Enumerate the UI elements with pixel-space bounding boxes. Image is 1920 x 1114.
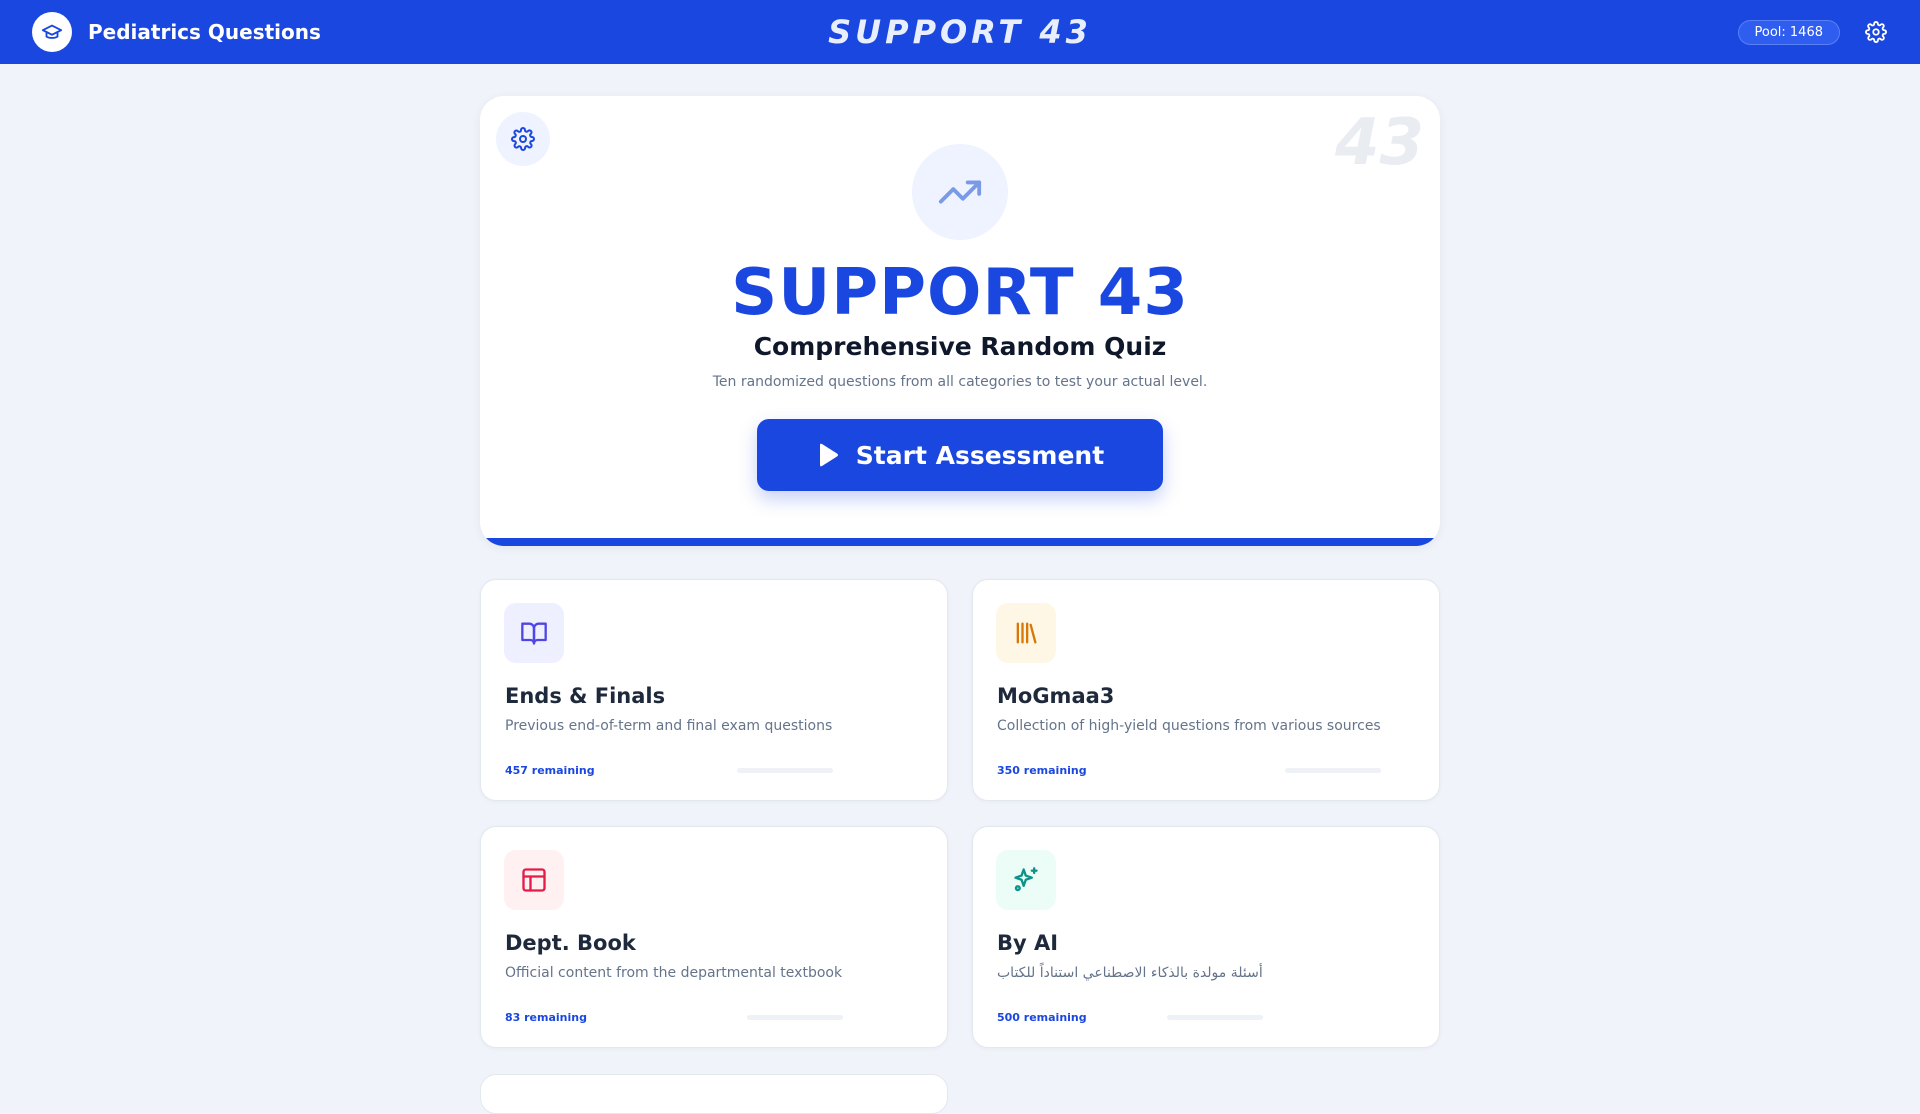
category-card-next-partial[interactable] <box>480 1074 948 1114</box>
category-card-mogmaa3[interactable]: MoGmaa3 Collection of high-yield questio… <box>972 579 1440 801</box>
category-name: By AI <box>997 931 1059 955</box>
brand[interactable]: Pediatrics Questions <box>32 12 321 52</box>
category-card-ends-finals[interactable]: Ends & Finals Previous end-of-term and f… <box>480 579 948 801</box>
trending-up-icon <box>912 144 1008 240</box>
top-bar: Pediatrics Questions SUPPORT 43 Pool: 14… <box>0 0 1920 64</box>
category-progress-bar <box>747 1015 843 1020</box>
library-icon <box>996 603 1056 663</box>
category-progress-bar <box>737 768 833 773</box>
category-remaining: 83 remaining <box>505 1011 587 1024</box>
hero-watermark: 43 <box>1334 106 1424 180</box>
app-title: Pediatrics Questions <box>88 20 321 44</box>
category-progress-bar <box>1167 1015 1263 1020</box>
start-assessment-label: Start Assessment <box>855 440 1105 470</box>
category-card-by-ai[interactable]: By AI أسئلة مولدة بالذكاء الاصطناعي استن… <box>972 826 1440 1048</box>
layout-icon <box>504 850 564 910</box>
category-card-dept-book[interactable]: Dept. Book Official content from the dep… <box>480 826 948 1048</box>
header-center-title: SUPPORT 43 <box>828 13 1092 51</box>
play-icon <box>819 443 838 467</box>
category-remaining: 500 remaining <box>997 1011 1087 1024</box>
category-progress-bar <box>1285 768 1381 773</box>
category-remaining: 350 remaining <box>997 764 1087 777</box>
hero-title: SUPPORT 43 <box>731 256 1189 330</box>
start-assessment-button[interactable]: Start Assessment <box>757 419 1163 491</box>
hero-settings-button[interactable] <box>496 112 550 166</box>
hero-accent-bar <box>480 538 1440 546</box>
category-description: Previous end-of-term and final exam ques… <box>505 718 833 734</box>
category-description: أسئلة مولدة بالذكاء الاصطناعي استناداً ل… <box>997 965 1263 981</box>
category-description: Official content from the departmental t… <box>505 965 843 981</box>
pool-badge: Pool: 1468 <box>1737 19 1840 45</box>
category-name: Dept. Book <box>505 931 636 955</box>
category-remaining: 457 remaining <box>505 764 595 777</box>
category-description: Collection of high-yield questions from … <box>997 718 1381 734</box>
category-name: MoGmaa3 <box>997 684 1115 708</box>
sparkles-icon <box>996 850 1056 910</box>
gear-icon <box>511 127 535 151</box>
graduation-cap-icon <box>32 12 72 52</box>
hero-card: 43 SUPPORT 43 Comprehensive Random Quiz … <box>480 96 1440 546</box>
hero-subtitle: Comprehensive Random Quiz <box>753 332 1167 361</box>
gear-icon <box>1865 21 1887 43</box>
book-open-icon <box>504 603 564 663</box>
category-name: Ends & Finals <box>505 684 666 708</box>
hero-description: Ten randomized questions from all catego… <box>712 374 1208 390</box>
settings-button[interactable] <box>1864 20 1888 44</box>
